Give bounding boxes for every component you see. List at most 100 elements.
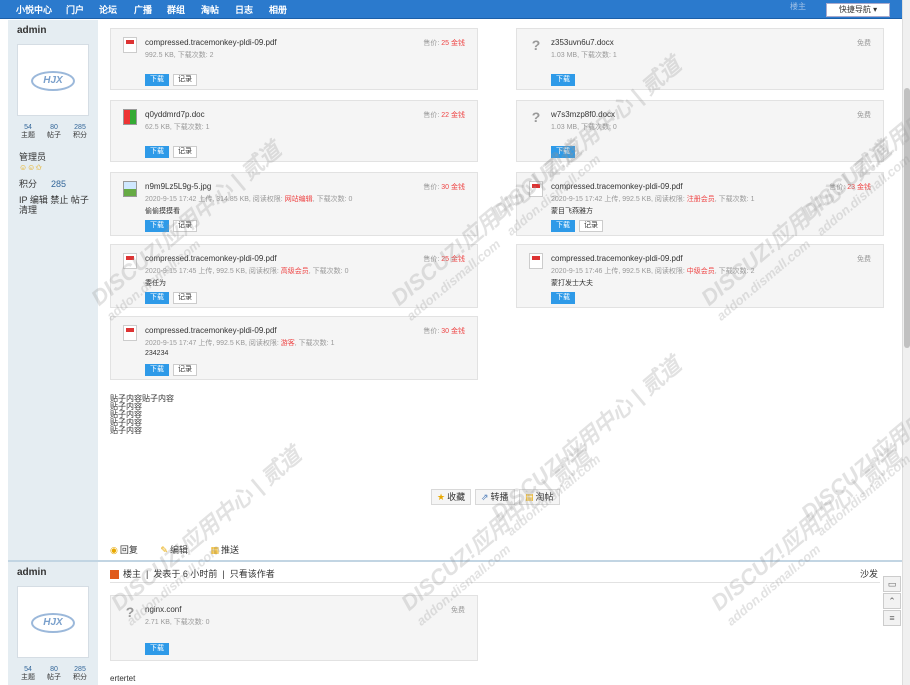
- attachment-name[interactable]: nginx.conf: [145, 605, 181, 614]
- stat-credits[interactable]: 285 积分: [68, 124, 92, 140]
- admin-tools[interactable]: IP 编辑 禁止 帖子 清理: [19, 195, 97, 215]
- nav-item-album[interactable]: 相册: [269, 3, 287, 16]
- attachment-meta: 2020-9-15 17:45 上传, 992.5 KB, 阅读权限: 高级会员…: [145, 268, 349, 275]
- stat-credits[interactable]: 285 积分: [68, 666, 92, 682]
- list-icon[interactable]: ≡: [883, 610, 901, 626]
- post-divider: [8, 560, 902, 562]
- download-button[interactable]: 下载: [145, 146, 169, 158]
- attachment-name[interactable]: q0yddmrd7p.doc: [145, 110, 205, 119]
- record-button[interactable]: 记录: [579, 220, 603, 232]
- download-button[interactable]: 下载: [551, 146, 575, 158]
- question-icon: ?: [125, 604, 135, 620]
- forward-button[interactable]: ⇗ 转播: [475, 489, 515, 505]
- avatar-logo: HJX: [31, 71, 75, 91]
- attachment-meta: 992.5 KB, 下载次数: 2: [145, 52, 214, 59]
- author-stats: 54 主题 80 帖子 285 积分: [14, 666, 92, 685]
- nav-item-home[interactable]: 小悦中心: [16, 3, 52, 16]
- attachment-name[interactable]: compressed.tracemonkey-pldi-09.pdf: [145, 326, 277, 335]
- attachment-meta: 2020-9-15 17:42 上传, 992.5 KB, 阅读权限: 注册会员…: [551, 196, 755, 203]
- attachment-meta: 1.03 MB, 下载次数: 0: [551, 124, 617, 131]
- stat-threads[interactable]: 54 主题: [16, 666, 40, 682]
- attachment-name[interactable]: compressed.tracemonkey-pldi-09.pdf: [145, 38, 277, 47]
- author-sidebar-2: admin HJX 54 主题 80 帖子 285 积分: [8, 562, 98, 685]
- scrollbar[interactable]: [902, 0, 910, 685]
- download-button[interactable]: 下载: [145, 74, 169, 86]
- download-button[interactable]: 下载: [145, 292, 169, 304]
- scrollbar-thumb[interactable]: [904, 88, 910, 348]
- question-icon: ?: [531, 37, 541, 53]
- author-name[interactable]: admin: [17, 567, 46, 578]
- edit-button[interactable]: ✎ 编辑: [160, 545, 198, 555]
- comment-icon[interactable]: ▭: [883, 576, 901, 592]
- author-stats: 54 主题 80 帖子 285 积分: [14, 124, 92, 144]
- attachment-price: 免费: [857, 40, 871, 47]
- recommend-button[interactable]: ▦ 推送: [210, 545, 249, 555]
- attachment-name[interactable]: w7s3mzp8f0.docx: [551, 110, 615, 119]
- author-score: 积分 285: [19, 179, 67, 189]
- attachment-card: compressed.tracemonkey-pldi-09.pdf 2020-9…: [110, 244, 478, 308]
- attachment-card: compressed.tracemonkey-pldi-09.pdf 992.5 …: [110, 28, 478, 90]
- post-time: 发表于 6 小时前: [153, 569, 218, 579]
- attachment-meta: 2.71 KB, 下载次数: 0: [145, 619, 210, 626]
- attachment-description: 234234: [145, 350, 169, 357]
- quick-nav-button[interactable]: 快捷导航 ▾: [826, 3, 890, 17]
- attachment-name[interactable]: compressed.tracemonkey-pldi-09.pdf: [145, 254, 277, 263]
- stat-posts[interactable]: 80 帖子: [42, 666, 66, 682]
- avatar[interactable]: HJX: [17, 44, 89, 116]
- attachment-price: 售价: 25 金钱: [423, 256, 465, 263]
- reply-button[interactable]: ◉ 回复: [110, 545, 148, 555]
- author-name[interactable]: admin: [17, 25, 46, 36]
- download-button[interactable]: 下载: [551, 74, 575, 86]
- post2-header-line: [110, 582, 880, 583]
- nav-item-portal[interactable]: 门户: [66, 3, 84, 16]
- download-button[interactable]: 下载: [551, 292, 575, 304]
- nav-item-group[interactable]: 群组: [167, 3, 185, 16]
- download-button[interactable]: 下载: [551, 220, 575, 232]
- attachment-meta: 2020-9-15 17:47 上传, 992.5 KB, 阅读权限: 游客, …: [145, 340, 335, 347]
- floor-number[interactable]: 沙发: [860, 567, 878, 580]
- record-button[interactable]: 记录: [173, 292, 197, 304]
- post2-header: 楼主 | 发表于 6 小时前 | 只看该作者: [110, 567, 275, 580]
- nav-item-blog[interactable]: 日志: [235, 3, 253, 16]
- pdf-icon: [123, 325, 137, 341]
- download-button[interactable]: 下载: [145, 643, 169, 655]
- share-icon: ⇗: [481, 492, 489, 502]
- image-icon: [123, 181, 137, 197]
- avatar-logo: HJX: [31, 613, 75, 633]
- avatar[interactable]: HJX: [17, 586, 89, 658]
- reply-icon: ◉: [110, 545, 118, 555]
- pdf-icon: [123, 253, 137, 269]
- rank-stars-icon: ☺☺✩: [19, 163, 43, 172]
- stat-threads[interactable]: 54 主题: [16, 124, 40, 140]
- attachment-price: 免费: [451, 607, 465, 614]
- author-role[interactable]: 管理员: [19, 150, 46, 163]
- attachment-price: 售价: 25 金钱: [423, 40, 465, 47]
- attachment-name[interactable]: z353uvn6u7.docx: [551, 38, 614, 47]
- record-button[interactable]: 记录: [173, 146, 197, 158]
- download-button[interactable]: 下载: [145, 220, 169, 232]
- post-actions: ◉ 回复 ✎ 编辑 ▦ 推送: [110, 543, 259, 556]
- attachment-name[interactable]: compressed.tracemonkey-pldi-09.pdf: [551, 254, 683, 263]
- record-button[interactable]: 记录: [173, 220, 197, 232]
- stat-posts[interactable]: 80 帖子: [42, 124, 66, 140]
- attachment-price: 售价: 30 金钱: [423, 328, 465, 335]
- favorite-button[interactable]: ★ 收藏: [431, 489, 472, 505]
- record-button[interactable]: 记录: [173, 74, 197, 86]
- only-author-link[interactable]: 只看该作者: [230, 569, 275, 579]
- attachment-name[interactable]: n9m9Lz5L9g-5.jpg: [145, 182, 211, 191]
- collect-button[interactable]: ▤ 淘帖: [519, 489, 560, 505]
- record-button[interactable]: 记录: [173, 364, 197, 376]
- nav-item-forum[interactable]: 论坛: [99, 3, 117, 16]
- watermark: DISCUZ!应用中心 | 贰道addon.dismall.com: [486, 352, 686, 539]
- nav-item-broadcast[interactable]: 广播: [134, 3, 152, 16]
- attachment-card: compressed.tracemonkey-pldi-09.pdf 2020-9…: [110, 316, 478, 380]
- attachment-description: 委任为: [145, 280, 166, 287]
- watermark: DISCUZ!应用中心 | 贰道addon.dismall.com: [706, 442, 906, 629]
- pdf-icon: [123, 37, 137, 53]
- recommend-icon: ▦: [210, 545, 219, 555]
- back-to-top-icon[interactable]: ⌃: [883, 593, 901, 609]
- nav-item-collection[interactable]: 淘帖: [201, 3, 219, 16]
- download-button[interactable]: 下载: [145, 364, 169, 376]
- attachment-name[interactable]: compressed.tracemonkey-pldi-09.pdf: [551, 182, 683, 191]
- watermark: DISCUZ!应用中心 | 贰道addon.dismall.com: [796, 352, 910, 539]
